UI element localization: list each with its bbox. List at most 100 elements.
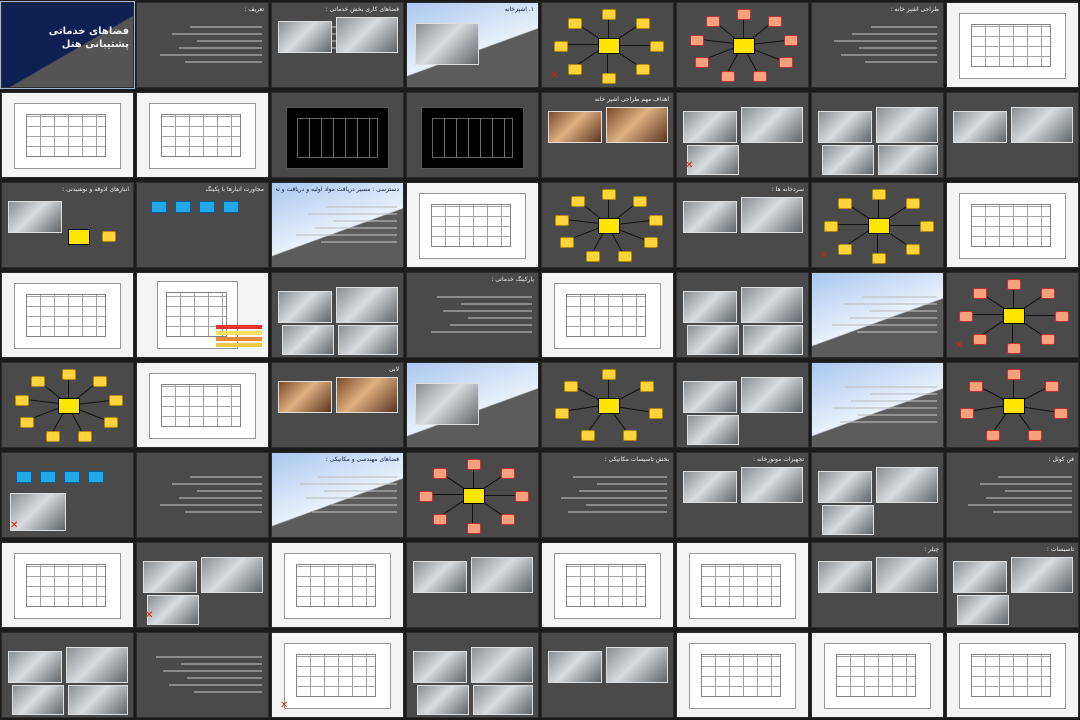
slide-photo	[201, 557, 263, 593]
slide-thumbnail-62[interactable]	[676, 632, 809, 718]
slide-thumbnail-9[interactable]	[1, 92, 134, 178]
slide-thumbnail-16[interactable]	[946, 92, 1079, 178]
diagram-node	[92, 376, 107, 388]
slide-thumbnail-30[interactable]	[676, 272, 809, 358]
slide-thumbnail-14[interactable]: ✕	[676, 92, 809, 178]
slide-thumbnail-10[interactable]	[136, 92, 269, 178]
slide-thumbnail-15[interactable]	[811, 92, 944, 178]
slide-thumbnail-63[interactable]	[811, 632, 944, 718]
slide-thumbnail-42[interactable]	[136, 452, 269, 538]
floor-plan-drawing	[14, 553, 121, 619]
slide-thumbnail-59[interactable]: ✕	[271, 632, 404, 718]
slide-thumbnail-17[interactable]: انبارهای آذوقه و نوشیدنی :	[1, 182, 134, 268]
slide-thumbnail-35[interactable]: لابی	[271, 362, 404, 448]
slide-thumbnail-46[interactable]: تجهیزات موتورخانه :	[676, 452, 809, 538]
slide-thumbnail-13[interactable]: اهداف مهم طراحی آشپز خانه	[541, 92, 674, 178]
slide-thumbnail-8[interactable]	[946, 2, 1079, 88]
slide-thumbnail-27[interactable]	[271, 272, 404, 358]
slide-thumbnail-54[interactable]	[676, 542, 809, 628]
slide-thumbnail-26[interactable]	[136, 272, 269, 358]
slide-thumbnail-31[interactable]	[811, 272, 944, 358]
slide-thumbnail-28[interactable]: پارکینگ خدماتی :	[406, 272, 539, 358]
diagram-node	[602, 9, 616, 20]
slide-thumbnail-40[interactable]	[946, 362, 1079, 448]
slide-thumbnail-23[interactable]: ✕	[811, 182, 944, 268]
slide-thumbnail-55[interactable]: چیلر :	[811, 542, 944, 628]
floor-plan-drawing	[689, 643, 796, 709]
diagram-node	[109, 395, 124, 407]
cross-icon: ✕	[10, 520, 19, 531]
slide-thumbnail-21[interactable]	[541, 182, 674, 268]
slide-thumbnail-4[interactable]: ۱. آشپزخانه	[406, 2, 539, 88]
slide-text-lines	[560, 471, 667, 518]
slide-photo	[278, 381, 332, 413]
slide-thumbnail-5[interactable]: ✕	[541, 2, 674, 88]
slide-thumbnail-50[interactable]: ✕	[136, 542, 269, 628]
slide-thumbnail-56[interactable]: تاسیسات :	[946, 542, 1079, 628]
slide-thumbnail-61[interactable]	[541, 632, 674, 718]
slide-thumbnail-19[interactable]: دسترسی : مسیر دریافت مواد اولیه و دریافت…	[271, 182, 404, 268]
slide-thumbnail-11[interactable]	[271, 92, 404, 178]
floor-plan-drawing	[959, 643, 1066, 709]
diagram-node	[872, 189, 886, 200]
slide-photo	[683, 381, 737, 413]
slide-photo	[687, 325, 739, 355]
slide-thumbnail-37[interactable]	[541, 362, 674, 448]
slide-thumbnail-43[interactable]: فضاهای مهندسی و مکانیکی :	[271, 452, 404, 538]
diagram-node	[1007, 279, 1021, 290]
diagram-node	[433, 468, 448, 480]
slide-thumbnail-57[interactable]	[1, 632, 134, 718]
slide-thumbnail-51[interactable]	[271, 542, 404, 628]
slide-thumbnail-47[interactable]	[811, 452, 944, 538]
slide-title: پارکینگ خدماتی :	[491, 276, 534, 283]
slide-thumbnail-41[interactable]: ✕	[1, 452, 134, 538]
slide-thumbnail-3[interactable]: فضاهای کاری بخش خدماتی :	[271, 2, 404, 88]
slide-thumbnail-22[interactable]: سردخانه ها :	[676, 182, 809, 268]
diagram-node	[103, 417, 118, 428]
slide-thumbnail-48[interactable]: فن کوئل :	[946, 452, 1079, 538]
slide-title: فضاهای کاری بخش خدماتی :	[325, 6, 399, 13]
slide-thumbnail-7[interactable]: طراحی آشپز خانه :	[811, 2, 944, 88]
storage-cube	[64, 471, 80, 483]
slide-thumbnail-6[interactable]	[676, 2, 809, 88]
slide-thumbnail-29[interactable]	[541, 272, 674, 358]
slide-thumbnail-49[interactable]	[1, 542, 134, 628]
diagram-node	[635, 18, 650, 30]
floor-plan-drawing	[554, 553, 661, 619]
slide-thumbnail-1[interactable]: فضاهای خدماتی پشتیبانی هتل	[0, 1, 135, 89]
slide-thumbnail-64[interactable]	[946, 632, 1079, 718]
slide-thumbnail-58[interactable]	[136, 632, 269, 718]
slide-thumbnail-33[interactable]	[1, 362, 134, 448]
slide-thumbnail-18[interactable]: مجاورت انبارها با پکینگ	[136, 182, 269, 268]
slide-thumbnail-60[interactable]	[406, 632, 539, 718]
diagram-node	[102, 231, 116, 242]
diagram-hub	[68, 229, 90, 245]
slide-thumbnail-12[interactable]	[406, 92, 539, 178]
slide-thumbnail-24[interactable]	[946, 182, 1079, 268]
slide-title: طراحی آشپز خانه :	[890, 6, 939, 13]
slide-thumbnail-45[interactable]: بخش تاسیسات مکانیکی :	[541, 452, 674, 538]
slide-photo	[687, 145, 739, 175]
cross-icon: ✕	[145, 610, 154, 621]
diagram-node	[767, 16, 782, 28]
slide-photo	[471, 647, 533, 683]
slide-thumbnail-44[interactable]	[406, 452, 539, 538]
slide-thumbnail-32[interactable]: ✕	[946, 272, 1079, 358]
slide-thumbnail-39[interactable]	[811, 362, 944, 448]
diagram-node	[1027, 429, 1042, 441]
diagram-node	[689, 35, 704, 47]
slide-thumbnail-52[interactable]	[406, 542, 539, 628]
slide-thumbnail-36[interactable]	[406, 362, 539, 448]
slide-title: فن کوئل :	[1048, 456, 1074, 463]
slide-thumbnail-53[interactable]	[541, 542, 674, 628]
slide-thumbnail-38[interactable]	[676, 362, 809, 448]
slide-thumbnail-34[interactable]	[136, 362, 269, 448]
slide-thumbnail-25[interactable]	[1, 272, 134, 358]
slide-photo	[66, 647, 128, 683]
slide-thumbnail-2[interactable]: تعریف :	[136, 2, 269, 88]
cross-icon: ✕	[820, 250, 829, 261]
diagram-node	[1040, 333, 1055, 345]
diagram-node	[1007, 343, 1021, 354]
slide-thumbnail-20[interactable]	[406, 182, 539, 268]
floor-plan-drawing	[689, 553, 796, 619]
